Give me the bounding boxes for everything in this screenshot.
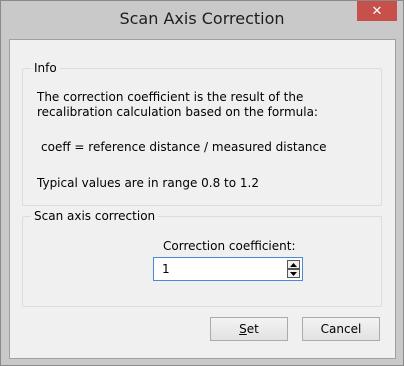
- cancel-button-label: Cancel: [320, 322, 362, 336]
- spin-buttons: [287, 260, 300, 278]
- info-legend: Info: [31, 61, 60, 75]
- spin-up-button[interactable]: [287, 260, 300, 269]
- scan-axis-correction-group: Scan axis correction Correction coeffici…: [22, 209, 382, 307]
- window-title: Scan Axis Correction: [119, 9, 285, 28]
- title-bar[interactable]: Scan Axis Correction ✕: [1, 1, 403, 39]
- info-text-line-2: recalibration calculation based on the f…: [37, 105, 318, 119]
- formula-text: coeff = reference distance / measured di…: [41, 140, 327, 154]
- set-button-label-rest: et: [246, 322, 259, 336]
- cancel-button[interactable]: Cancel: [302, 317, 380, 341]
- close-button[interactable]: ✕: [357, 1, 397, 21]
- spin-up-icon: [290, 262, 297, 267]
- set-button[interactable]: Set: [210, 317, 288, 341]
- spin-down-icon: [290, 271, 297, 276]
- info-group: Info The correction coefficient is the r…: [22, 61, 382, 206]
- scan-axis-legend: Scan axis correction: [31, 209, 159, 223]
- dialog-window: Scan Axis Correction ✕ Info The correcti…: [0, 0, 404, 366]
- set-button-mnemonic: S: [239, 322, 247, 336]
- spin-down-button[interactable]: [287, 269, 300, 278]
- dialog-client-area: Info The correction coefficient is the r…: [9, 39, 396, 359]
- correction-coefficient-spinbox[interactable]: 1: [153, 257, 303, 281]
- close-icon: ✕: [371, 3, 383, 19]
- info-text-line-1: The correction coefficient is the result…: [37, 90, 304, 104]
- correction-coefficient-value[interactable]: 1: [162, 262, 170, 276]
- typical-values-text: Typical values are in range 0.8 to 1.2: [37, 176, 259, 190]
- correction-coefficient-label: Correction coefficient:: [163, 239, 296, 253]
